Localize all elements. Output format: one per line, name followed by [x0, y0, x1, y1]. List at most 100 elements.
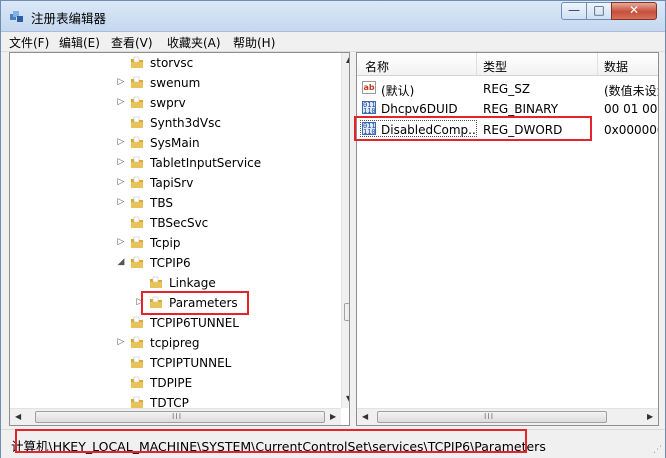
regedit-window: 注册表编辑器 — □ ✕ 文件(F) 编辑(E) 查看(V) 收藏夹(A) 帮助…: [0, 0, 666, 458]
tree-vertical-scroll-thumb[interactable]: [344, 303, 349, 321]
binary-value-icon: 011 110: [362, 101, 376, 115]
tree-item-label: TabletInputService: [150, 156, 262, 170]
folder-icon: [131, 176, 143, 188]
tree-item-tcpipreg[interactable]: ▷ tcpipreg: [10, 333, 330, 353]
folder-icon: [131, 116, 143, 128]
tree-item-linkage[interactable]: Linkage: [10, 273, 330, 293]
tree-item-label: TBSecSvc: [150, 216, 209, 230]
folder-icon: [131, 56, 143, 68]
menu-edit[interactable]: 编辑(E): [59, 34, 100, 51]
minimize-button[interactable]: —: [561, 2, 587, 20]
folder-icon: [131, 136, 143, 148]
expand-arrow-icon[interactable]: ▷: [117, 177, 125, 187]
tree-item-tcpip[interactable]: ▷ Tcpip: [10, 233, 330, 253]
values-horizontal-scrollbar[interactable]: ◀ III ▶: [357, 408, 658, 425]
menu-bar: 文件(F) 编辑(E) 查看(V) 收藏夹(A) 帮助(H): [1, 32, 665, 52]
tree-item-tcpip6[interactable]: ◢ TCPIP6: [10, 253, 330, 273]
tree-item-synth3dvsc[interactable]: Synth3dVsc: [10, 113, 330, 133]
scroll-grip-icon: III: [484, 412, 495, 421]
close-button[interactable]: ✕: [611, 2, 657, 20]
tree-horizontal-scrollbar[interactable]: ◀ III ▶: [10, 408, 341, 425]
folder-icon: [131, 336, 143, 348]
tree-item-label: TCPIP6: [150, 256, 191, 270]
column-divider[interactable]: [476, 53, 477, 75]
expanded-arrow-icon[interactable]: ◢: [117, 257, 125, 267]
expand-arrow-icon[interactable]: ▷: [117, 237, 125, 247]
folder-icon: [131, 216, 143, 228]
expand-arrow-icon[interactable]: ▷: [117, 137, 125, 147]
scroll-right-icon[interactable]: ▶: [647, 412, 653, 421]
tree-item-tbsecsvc[interactable]: TBSecSvc: [10, 213, 330, 233]
tree-item-swprv[interactable]: ▷ swprv: [10, 93, 330, 113]
column-divider[interactable]: [597, 53, 598, 75]
value-row-dhcpv6duid[interactable]: 011 110 Dhcpv6DUID REG_BINARY 00 01 00: [357, 98, 658, 118]
tree-item-sysmain[interactable]: ▷ SysMain: [10, 133, 330, 153]
tree-item-tabletinputservice[interactable]: ▷ TabletInputService: [10, 153, 330, 173]
expand-arrow-icon[interactable]: ▷: [117, 97, 125, 107]
expand-arrow-icon[interactable]: ▷: [117, 337, 125, 347]
column-header-type[interactable]: 类型: [483, 58, 507, 75]
tree-item-tcpiptunnel[interactable]: TCPIPTUNNEL: [10, 353, 330, 373]
string-value-icon: ab: [362, 81, 376, 94]
tree-item-label: Parameters: [169, 296, 238, 310]
registry-path: 计算机\HKEY_LOCAL_MACHINE\SYSTEM\CurrentCon…: [11, 439, 546, 454]
tree-item-label: Tcpip: [150, 236, 181, 250]
value-type: REG_SZ: [483, 82, 531, 96]
folder-icon: [131, 156, 143, 168]
scroll-grip-icon: III: [172, 412, 183, 421]
tree-item-label: TapiSrv: [150, 176, 194, 190]
value-type: REG_DWORD: [483, 123, 563, 137]
value-name: (默认): [381, 84, 415, 98]
title-bar[interactable]: 注册表编辑器 — □ ✕: [1, 1, 665, 32]
tree-item-label: Synth3dVsc: [150, 116, 221, 130]
tree-item-tapisrv[interactable]: ▷ TapiSrv: [10, 173, 330, 193]
minimize-icon: —: [568, 3, 580, 17]
value-name: Dhcpv6DUID: [381, 102, 458, 116]
folder-icon: [131, 356, 143, 368]
tree-item-label: TCPIP6TUNNEL: [150, 316, 239, 330]
tree-item-storvsc[interactable]: storvsc: [10, 53, 330, 73]
tree-item-tcpip6tunnel[interactable]: TCPIP6TUNNEL: [10, 313, 330, 333]
tree-item-label: tcpipreg: [150, 336, 200, 350]
menu-help[interactable]: 帮助(H): [233, 34, 275, 51]
folder-icon: [131, 256, 143, 268]
value-data: 0x000000: [604, 123, 658, 137]
status-bar: 计算机\HKEY_LOCAL_MACHINE\SYSTEM\CurrentCon…: [1, 429, 665, 458]
expand-arrow-icon[interactable]: ▷: [117, 157, 125, 167]
folder-icon: [150, 276, 162, 288]
expand-arrow-icon[interactable]: ▷: [136, 297, 144, 307]
tree-item-tdpipe[interactable]: TDPIPE: [10, 373, 330, 393]
folder-icon: [131, 196, 143, 208]
scroll-up-icon[interactable]: ▲: [346, 55, 349, 64]
values-horizontal-scroll-thumb[interactable]: III: [377, 411, 607, 423]
tree-item-parameters[interactable]: ▷ Parameters: [10, 293, 330, 313]
size-grip-icon[interactable]: ⋰: [653, 445, 662, 455]
scroll-right-icon[interactable]: ▶: [330, 412, 336, 421]
tree-item-swenum[interactable]: ▷ swenum: [10, 73, 330, 93]
menu-favorites[interactable]: 收藏夹(A): [167, 34, 221, 51]
value-row-default[interactable]: ab (默认) REG_SZ (数值未设置): [357, 78, 658, 98]
maximize-button[interactable]: □: [586, 2, 612, 20]
expand-arrow-icon[interactable]: ▷: [117, 197, 125, 207]
expand-arrow-icon[interactable]: ▷: [117, 77, 125, 87]
tree-item-label: TDPIPE: [150, 376, 193, 390]
scroll-left-icon[interactable]: ◀: [15, 412, 21, 421]
value-row-disabledcomponents[interactable]: 011 110 DisabledComp... REG_DWORD 0x00000…: [357, 119, 658, 139]
regedit-app-icon: [10, 11, 23, 22]
menu-view[interactable]: 查看(V): [111, 34, 153, 51]
tree-item-tbs[interactable]: ▷ TBS: [10, 193, 330, 213]
tree-vertical-scrollbar[interactable]: ▲ ▼: [341, 53, 349, 408]
column-header-name[interactable]: 名称: [365, 58, 389, 75]
value-type: REG_BINARY: [483, 102, 559, 116]
tree-horizontal-scroll-thumb[interactable]: III: [35, 411, 325, 423]
column-header-data[interactable]: 数据: [604, 58, 628, 75]
tree-item-label: TCPIPTUNNEL: [150, 356, 232, 370]
folder-icon: [150, 296, 162, 308]
menu-file[interactable]: 文件(F): [9, 34, 49, 51]
tree-item-label: swenum: [150, 76, 201, 90]
scroll-down-icon[interactable]: ▼: [346, 394, 349, 403]
value-name: DisabledComp...: [381, 123, 475, 137]
tree-item-label: swprv: [150, 96, 186, 110]
scroll-left-icon[interactable]: ◀: [362, 412, 368, 421]
registry-values-pane: 名称 类型 数据 ab (默认) REG_SZ (数值未设置) 011110 D…: [356, 52, 659, 426]
